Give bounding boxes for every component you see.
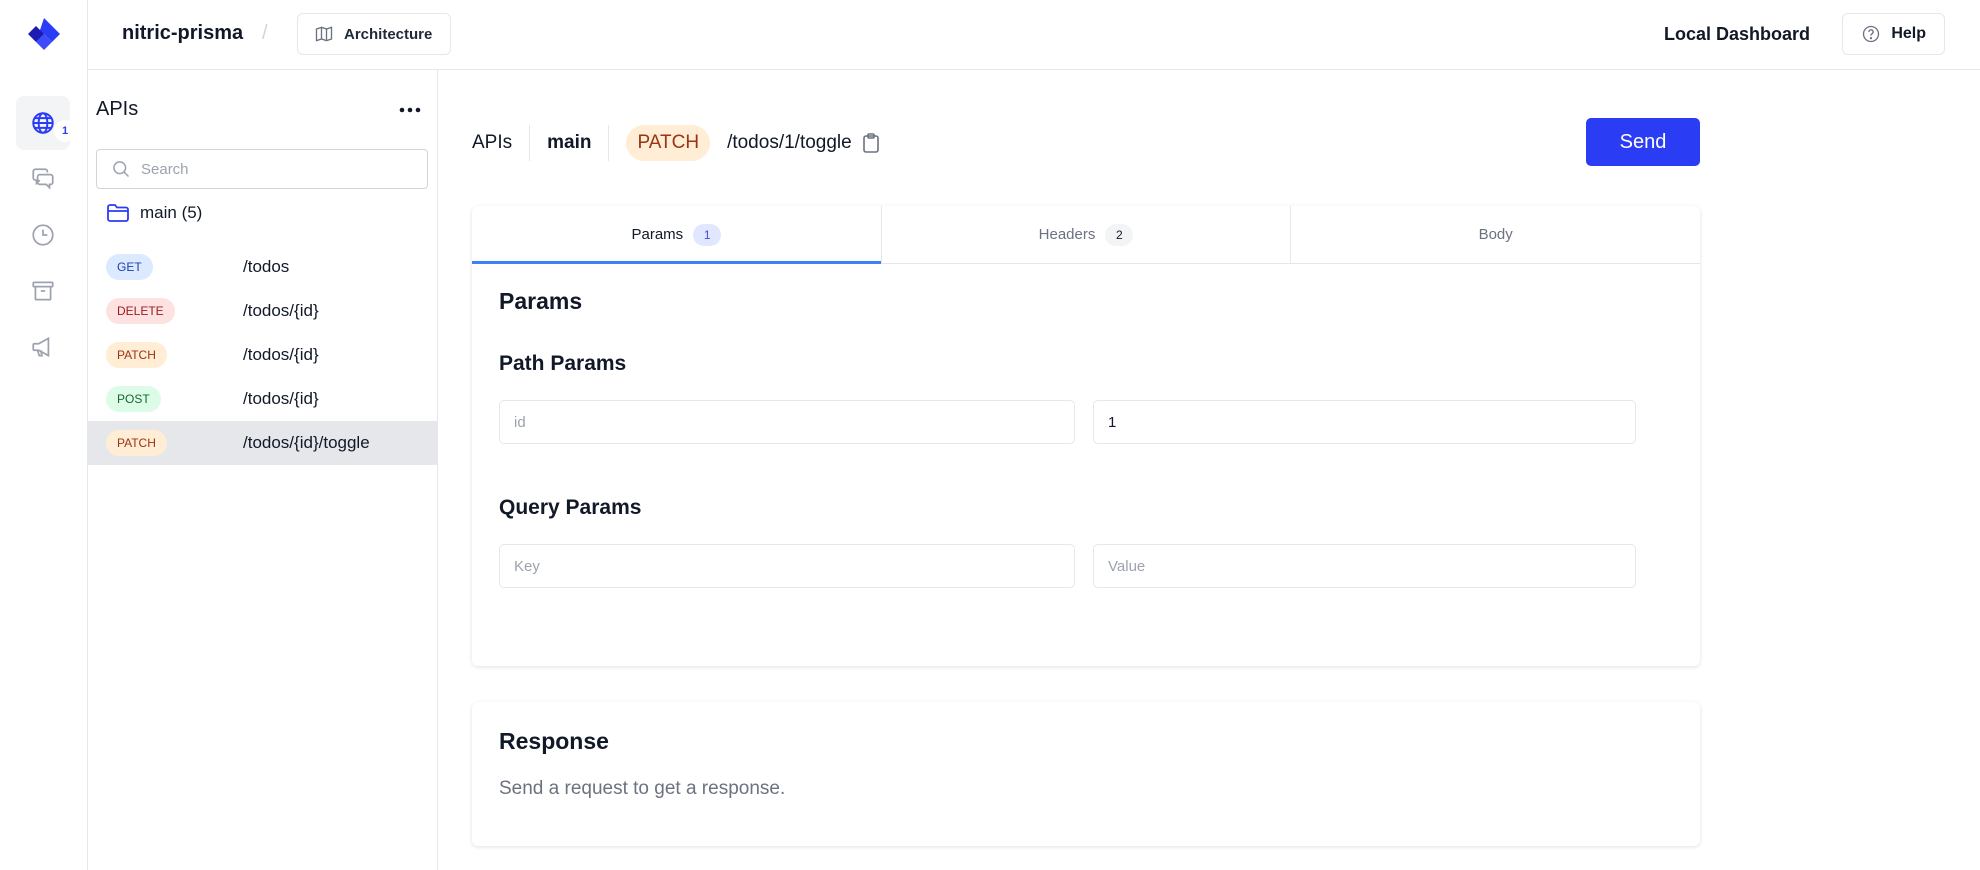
method-badge: POST (106, 386, 161, 412)
search-box (96, 149, 428, 189)
megaphone-icon (32, 336, 50, 358)
params-title: Params (499, 288, 583, 314)
archive-box-icon (32, 281, 54, 301)
left-rail: 1 (0, 0, 88, 870)
route-item[interactable]: GET /todos (88, 245, 437, 289)
tab-count-badge: 2 (1105, 223, 1134, 246)
folder-icon (107, 204, 129, 222)
rail-item-storage[interactable] (16, 264, 70, 318)
divider (529, 125, 531, 161)
project-name[interactable]: nitric-prisma (122, 22, 243, 45)
route-item-selected[interactable]: PATCH /todos/{id}/toggle (88, 421, 437, 465)
path-params-title: Path Params (499, 352, 627, 375)
globe-icon (32, 112, 54, 134)
rail-item-schedules[interactable] (16, 208, 70, 262)
route-item[interactable]: DELETE /todos/{id} (88, 289, 437, 333)
architecture-button[interactable]: Architecture (297, 13, 452, 55)
request-url: /todos/1/toggle (727, 132, 852, 153)
route-item[interactable]: POST /todos/{id} (88, 377, 437, 421)
method-badge: PATCH (106, 342, 167, 368)
help-button[interactable]: Help (1842, 13, 1945, 55)
tab-body[interactable]: Body (1291, 206, 1700, 263)
request-card: Params 1 Headers 2 Body Params Path Para… (472, 206, 1700, 666)
help-label: Help (1891, 25, 1926, 42)
method-badge: DELETE (106, 298, 175, 324)
tab-headers[interactable]: Headers 2 (882, 206, 1292, 263)
panel-title: APIs (96, 98, 139, 120)
top-bar: nitric-prisma / Architecture Local Dashb… (88, 0, 1980, 70)
chat-bubbles-icon (32, 168, 54, 190)
request-tabs: Params 1 Headers 2 Body (472, 206, 1700, 264)
nitric-logo-icon[interactable] (22, 14, 66, 58)
route-path: /todos (243, 257, 290, 276)
response-title: Response (499, 728, 609, 754)
breadcrumb-separator: / (262, 22, 268, 44)
query-params-title: Query Params (499, 496, 642, 519)
route-item[interactable]: PATCH /todos/{id} (88, 333, 437, 377)
search-icon (113, 161, 130, 178)
tab-count-badge: 1 (693, 223, 722, 246)
divider (608, 125, 610, 161)
map-icon (315, 26, 333, 42)
tab-label: Params (631, 226, 684, 243)
path-param-key-field[interactable] (499, 400, 1075, 444)
route-path: /todos/{id} (243, 389, 319, 408)
rail-item-websockets[interactable] (16, 152, 70, 206)
rail-item-topics[interactable] (16, 320, 70, 374)
route-path: /todos/{id} (243, 301, 319, 320)
folder-label: main (5) (140, 203, 203, 222)
request-method-badge: PATCH (626, 125, 711, 161)
request-bar: APIs main PATCH /todos/1/toggle Send (472, 118, 1700, 166)
query-param-value-field[interactable] (1093, 544, 1636, 588)
response-placeholder-message: Send a request to get a response. (499, 778, 786, 799)
crumb-apis: APIs (472, 132, 513, 153)
tab-params[interactable]: Params 1 (472, 206, 882, 264)
more-options-button[interactable] (395, 100, 425, 120)
tab-label: Body (1478, 226, 1513, 243)
route-list: GET /todos DELETE /todos/{id} PATCH /tod… (88, 245, 437, 465)
response-card: Response Send a request to get a respons… (472, 702, 1700, 846)
crumb-api-name: main (547, 132, 592, 153)
architecture-label: Architecture (344, 25, 433, 43)
clock-icon (32, 224, 54, 246)
rail-item-apis[interactable]: 1 (16, 96, 76, 150)
api-explorer-panel: APIs main (5) GET /todos DELETE /todos/{… (88, 70, 438, 870)
send-button[interactable]: Send (1586, 118, 1700, 166)
method-badge: PATCH (106, 430, 167, 456)
clipboard-icon[interactable] (862, 132, 880, 154)
apis-count-badge: 1 (54, 120, 76, 142)
api-folder-main[interactable]: main (5) (106, 202, 202, 224)
tab-label: Headers (1038, 226, 1096, 243)
path-param-value-field[interactable] (1093, 400, 1636, 444)
query-param-key-field[interactable] (499, 544, 1075, 588)
local-dashboard-label: Local Dashboard (1663, 24, 1810, 44)
route-path: /todos/{id}/toggle (243, 433, 370, 452)
method-badge: GET (106, 254, 153, 280)
search-input[interactable] (141, 160, 411, 178)
ellipsis-icon (399, 107, 421, 113)
question-circle-icon (1863, 25, 1880, 43)
route-path: /todos/{id} (243, 345, 319, 364)
